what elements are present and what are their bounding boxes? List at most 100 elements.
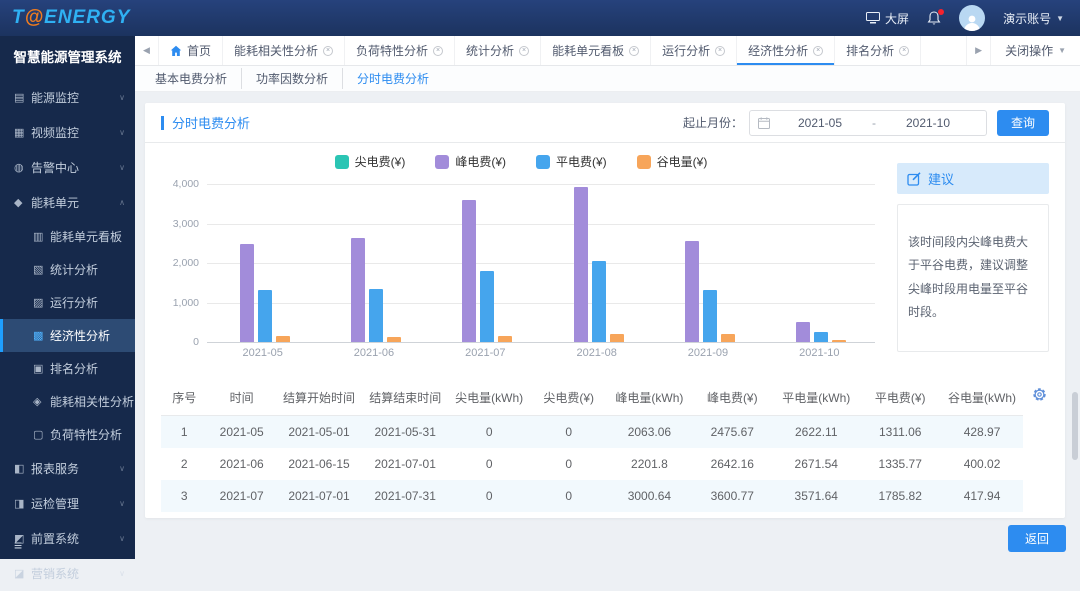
sidebar-item[interactable]: ◨运检管理∨ xyxy=(0,486,135,521)
subtab-功率因数分析[interactable]: 功率因数分析 xyxy=(241,68,342,89)
big-screen-button[interactable]: 大屏 xyxy=(866,10,909,27)
table-cell: 2021-07-01 xyxy=(362,448,448,480)
tab-close-icon[interactable]: × xyxy=(323,46,333,56)
suggestion-title: 建议 xyxy=(928,169,954,188)
subtab-基本电费分析[interactable]: 基本电费分析 xyxy=(141,68,241,89)
y-axis-tick: 3,000 xyxy=(173,218,199,230)
page-scrollbar[interactable] xyxy=(1072,392,1078,460)
legend-item[interactable]: 平电费(¥) xyxy=(536,153,607,170)
edit-icon xyxy=(907,172,921,186)
sidebar-item[interactable]: ◧报表服务∨ xyxy=(0,451,135,486)
bar xyxy=(498,336,512,342)
legend-item[interactable]: 谷电量(¥) xyxy=(637,153,708,170)
table-row[interactable]: 32021-072021-07-012021-07-31003000.64360… xyxy=(161,480,1023,512)
bar xyxy=(796,322,810,342)
report-service-icon: ◧ xyxy=(14,462,31,475)
sidebar-item[interactable]: ▩经济性分析 xyxy=(0,319,135,352)
table-cell: 1785.82 xyxy=(859,480,941,512)
legend-item[interactable]: 峰电费(¥) xyxy=(435,153,506,170)
topbar: T@ENERGY 大屏 演示账号 ▼ xyxy=(0,0,1080,36)
subtab-分时电费分析[interactable]: 分时电费分析 xyxy=(342,68,443,89)
bar xyxy=(351,238,365,342)
date-range-input[interactable]: 2021-05 - 2021-10 xyxy=(749,110,987,136)
tab-排名分析[interactable]: 排名分析× xyxy=(835,36,921,65)
tab-能耗相关性分析[interactable]: 能耗相关性分析× xyxy=(223,36,345,65)
tab-负荷特性分析[interactable]: 负荷特性分析× xyxy=(345,36,455,65)
tab-经济性分析[interactable]: 经济性分析 × xyxy=(737,36,835,65)
notifications-button[interactable] xyxy=(927,11,941,26)
title-accent xyxy=(161,116,164,130)
tabs-scroll-right-icon[interactable]: ▶ xyxy=(966,36,990,65)
sidebar-item-label: 前置系统 xyxy=(31,530,79,547)
sidebar-item[interactable]: ◈能耗相关性分析 xyxy=(0,385,135,418)
table-row[interactable]: 12021-052021-05-012021-05-31002063.06247… xyxy=(161,416,1023,449)
bar xyxy=(685,241,699,342)
tab-close-icon[interactable]: × xyxy=(813,46,823,56)
tabs-scroll-left-icon[interactable]: ◀ xyxy=(135,36,159,65)
table-header: 时间 xyxy=(207,380,276,416)
sidebar-item[interactable]: ▦视频监控∨ xyxy=(0,115,135,150)
table-header: 序号 xyxy=(161,380,207,416)
table-settings-gear-icon[interactable] xyxy=(1032,387,1047,402)
legend-item[interactable]: 尖电费(¥) xyxy=(335,153,406,170)
back-button[interactable]: 返回 xyxy=(1008,525,1066,552)
sidebar-item[interactable]: ▣排名分析 xyxy=(0,352,135,385)
chevron-down-icon: ∨ xyxy=(119,464,125,473)
unit-board-icon: ▥ xyxy=(33,230,50,243)
tab-close-icon[interactable]: × xyxy=(629,46,639,56)
tab-label: 能耗单元看板 xyxy=(552,42,624,59)
x-axis-label: 2021-08 xyxy=(541,347,652,359)
sidebar-item[interactable]: ◆能耗单元∧ xyxy=(0,185,135,220)
table-row[interactable]: 22021-062021-06-152021-07-01002201.82642… xyxy=(161,448,1023,480)
date-start-value[interactable]: 2021-05 xyxy=(770,116,870,130)
sidebar-item[interactable]: ▥能耗单元看板 xyxy=(0,220,135,253)
tab-close-icon[interactable]: × xyxy=(899,46,909,56)
sidebar-item-label: 负荷特性分析 xyxy=(50,426,122,443)
menu-collapse-icon[interactable]: ≡ xyxy=(14,537,22,553)
app-title: 智慧能源管理系统 xyxy=(0,36,135,80)
sidebar-item[interactable]: ▨运行分析 xyxy=(0,286,135,319)
bar xyxy=(592,261,606,342)
economic-icon: ▩ xyxy=(33,329,50,342)
bar xyxy=(832,340,846,342)
table-cell: 3930.64 xyxy=(691,512,773,518)
date-end-value[interactable]: 2021-10 xyxy=(878,116,978,130)
sidebar-item[interactable]: ▢负荷特性分析 xyxy=(0,418,135,451)
table-cell: 4 xyxy=(161,512,207,518)
sidebar-item[interactable]: ◍告警中心∨ xyxy=(0,150,135,185)
sidebar-item[interactable]: ▤能源监控∨ xyxy=(0,80,135,115)
chevron-down-icon: ∨ xyxy=(119,499,125,508)
account-label: 演示账号 xyxy=(1003,10,1051,27)
bar xyxy=(814,332,828,342)
tab-close-icon[interactable]: × xyxy=(519,46,529,56)
table-cell: 400.02 xyxy=(941,448,1023,480)
avatar[interactable] xyxy=(959,5,985,31)
tab-close-icon[interactable]: × xyxy=(433,46,443,56)
close-operations-menu[interactable]: 关闭操作 ▼ xyxy=(990,36,1080,65)
table-header: 谷电量(kWh) xyxy=(941,380,1023,416)
tab-统计分析[interactable]: 统计分析 × xyxy=(455,36,541,65)
tab-运行分析[interactable]: 运行分析 × xyxy=(651,36,737,65)
tab-home[interactable]: 首页 xyxy=(159,36,223,65)
query-button[interactable]: 查询 xyxy=(997,110,1049,136)
sidebar-item[interactable]: ▧统计分析 xyxy=(0,253,135,286)
sidebar-item[interactable]: ◪营销系统∨ xyxy=(0,556,135,591)
table-cell: 2021-07 xyxy=(207,480,276,512)
table-cell: 2201.8 xyxy=(607,448,691,480)
video-monitor-icon: ▦ xyxy=(14,126,31,139)
tab-label: 统计分析 xyxy=(466,42,514,59)
ranking-icon: ▣ xyxy=(33,362,50,375)
tab-label: 运行分析 xyxy=(662,42,710,59)
tab-close-icon[interactable]: × xyxy=(715,46,725,56)
table-cell: 1 xyxy=(161,416,207,449)
legend-swatch xyxy=(335,155,349,169)
bar xyxy=(610,334,624,342)
account-menu[interactable]: 演示账号 ▼ xyxy=(1003,10,1064,27)
tab-label: 经济性分析 xyxy=(748,42,808,59)
tab-能耗单元看板[interactable]: 能耗单元看板 × xyxy=(541,36,651,65)
y-axis-tick: 1,000 xyxy=(173,297,199,309)
table-row[interactable]: 42021-082021-08-012021-08-31003275.53393… xyxy=(161,512,1023,518)
table-cell: 2021-05 xyxy=(207,416,276,449)
bar-chart: 4,0003,0002,0001,00002021-052021-062021-… xyxy=(207,178,875,366)
table-cell: 2021-05-01 xyxy=(276,416,362,449)
